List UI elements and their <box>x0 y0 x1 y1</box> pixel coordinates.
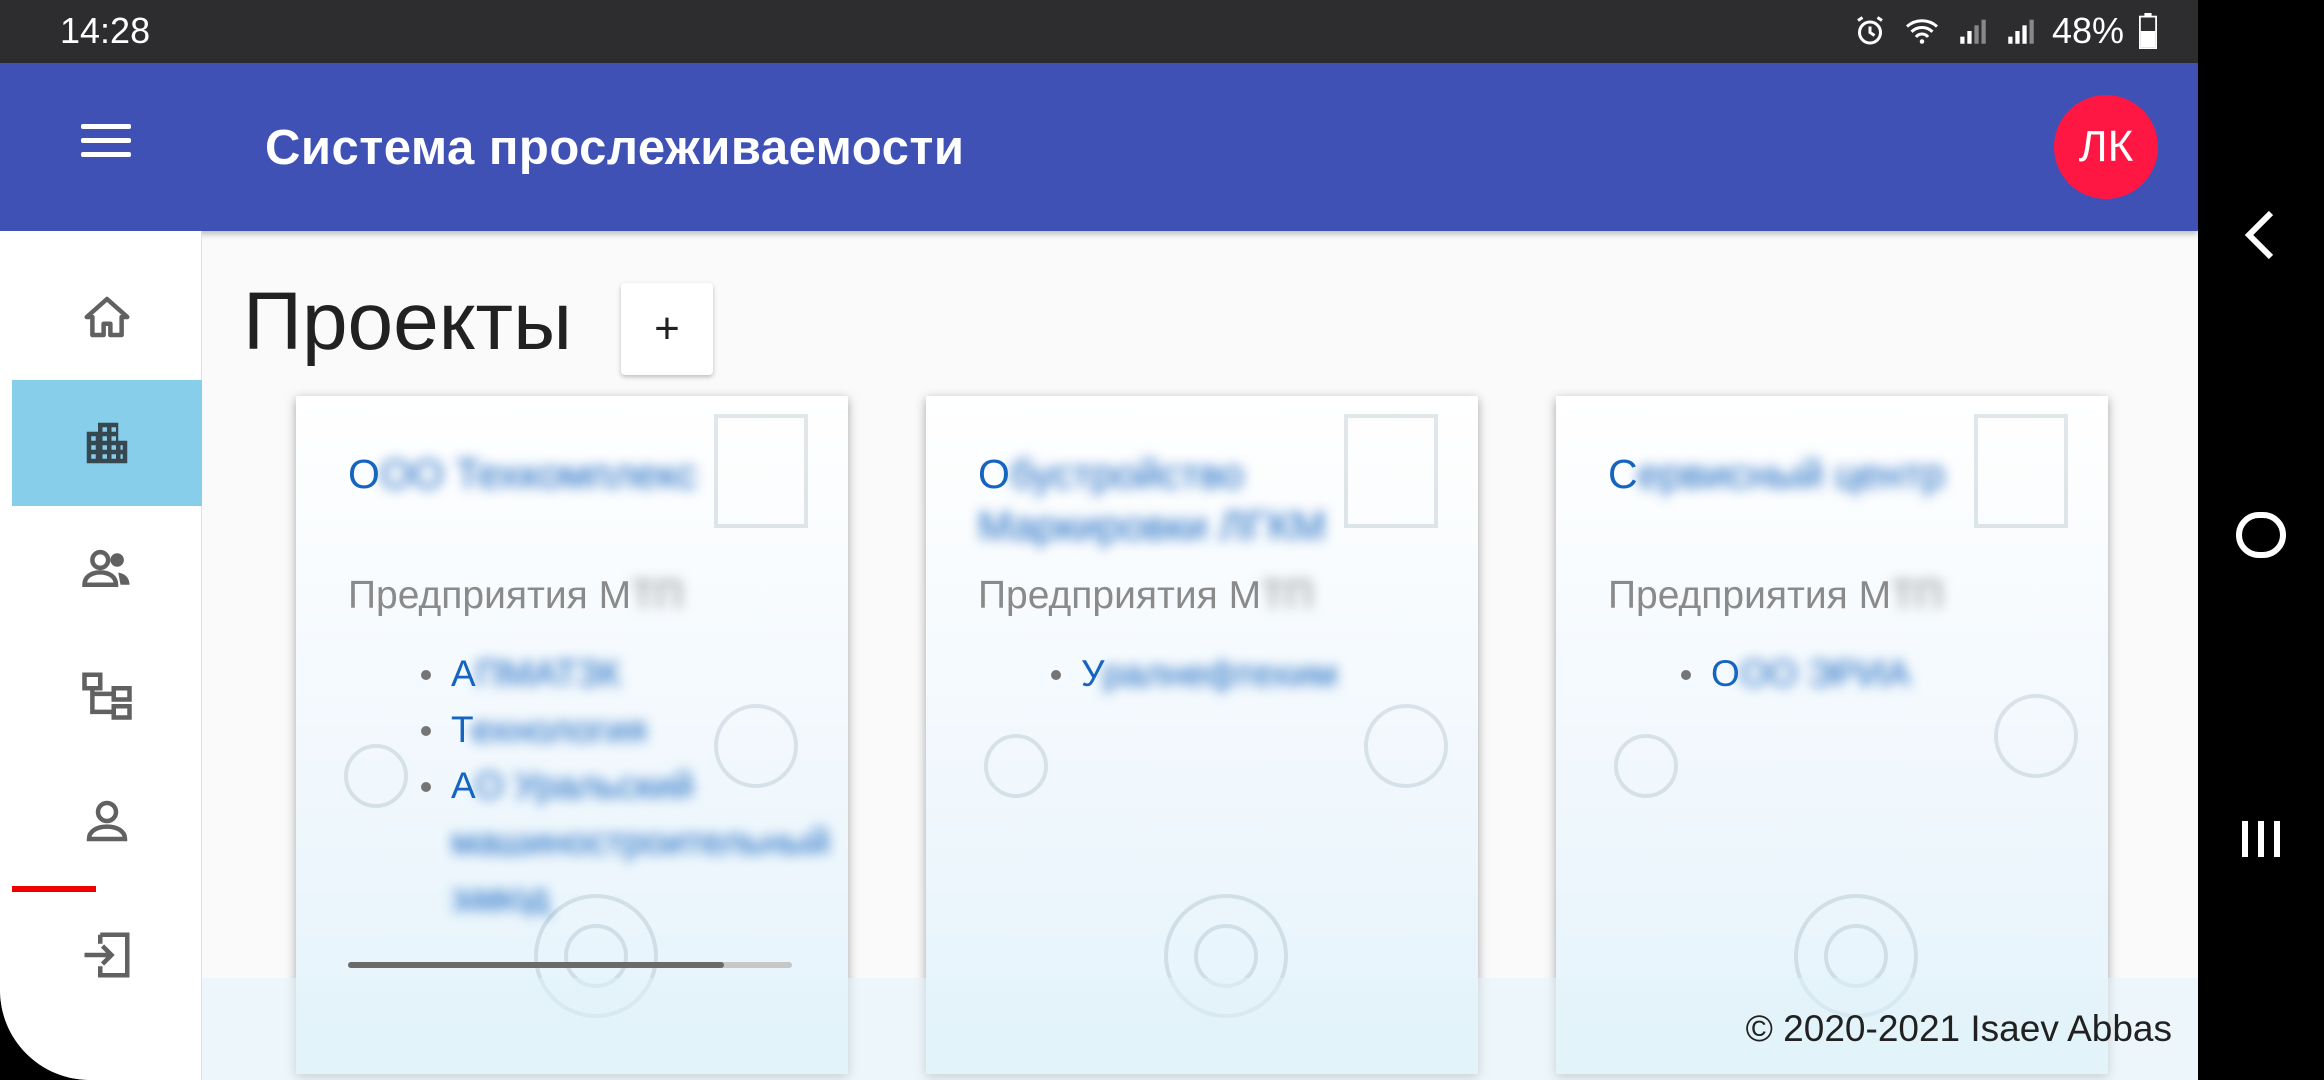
app-bar: Система прослеживаемости ЛК <box>0 63 2198 231</box>
status-time: 14:28 <box>60 10 151 51</box>
item-visible: А <box>451 653 476 694</box>
home-icon <box>84 296 130 338</box>
project-name[interactable]: ООО Техкомплекс <box>348 448 808 500</box>
list-item[interactable]: ООО ЭРИА <box>1681 646 2091 702</box>
project-name-redacted: ервисный центр <box>1637 451 1945 497</box>
android-nav-bar <box>2198 0 2324 1080</box>
enterprise-list: Уралнефтехим <box>1051 646 1461 702</box>
home-circle-icon <box>2236 512 2286 558</box>
list-item[interactable]: АПМАТЗК <box>421 646 831 702</box>
footer: © 2020-2021 Isaev Abbas <box>202 978 2198 1080</box>
org-redacted: ТП <box>1891 574 1943 617</box>
recents-icon <box>2242 821 2280 857</box>
item-redacted: ралнефтехим <box>1102 653 1338 694</box>
person-icon <box>86 800 128 842</box>
user-avatar[interactable]: ЛК <box>2054 95 2158 199</box>
project-card[interactable]: Сервисный центр Предприятия МТП ООО ЭРИА <box>1556 396 2108 1074</box>
battery-percent: 48% <box>2051 10 2124 51</box>
sidebar-item-projects[interactable] <box>12 380 202 506</box>
hierarchy-icon <box>82 672 132 720</box>
copyright-text: © 2020-2021 Isaev Abbas <box>1745 1008 2172 1049</box>
sidebar-item-users[interactable] <box>12 506 202 632</box>
project-organization: Предприятия МТП <box>978 574 1448 618</box>
project-organization: Предприятия МТП <box>348 574 818 618</box>
item-redacted: ПМАТЗК <box>475 653 621 694</box>
sidebar-item-structure[interactable] <box>12 632 202 758</box>
battery-icon <box>2139 13 2157 49</box>
project-name-redacted: ОО Техкомплекс <box>379 451 698 497</box>
item-redacted: О Уральский машиностроительный завод <box>451 765 831 918</box>
project-card[interactable]: ООО Техкомплекс Предприятия МТП АПМАТЗК … <box>296 396 848 1074</box>
status-icons: 48% <box>1852 10 2158 52</box>
project-name-visible: О <box>978 451 1010 497</box>
scrollbar-thumb[interactable] <box>348 962 724 968</box>
project-name[interactable]: Сервисный центр <box>1608 448 2068 500</box>
project-name-visible: О <box>348 451 380 497</box>
project-organization: Предприятия МТП <box>1608 574 2078 618</box>
status-bar: 14:28 48% <box>0 0 2198 63</box>
recents-button[interactable] <box>2228 806 2294 872</box>
list-item[interactable]: Технология <box>421 702 831 758</box>
signal-icon <box>2008 19 2034 44</box>
wifi-icon <box>1905 19 1938 44</box>
list-item[interactable]: Уралнефтехим <box>1051 646 1461 702</box>
add-project-button[interactable]: + <box>621 283 713 375</box>
item-visible: А <box>451 765 475 806</box>
sidebar-item-logout[interactable] <box>12 892 202 1018</box>
enterprise-list: ООО ЭРИА <box>1681 646 2091 702</box>
sidebar <box>0 231 202 1080</box>
org-redacted: ТП <box>631 574 683 617</box>
project-name-redacted: бустройство Маркировки ЛГКМ <box>978 451 1326 549</box>
home-button[interactable] <box>2228 502 2294 568</box>
project-name[interactable]: Обустройство Маркировки ЛГКМ <box>978 448 1438 552</box>
org-redacted: ТП <box>1261 574 1313 617</box>
login-icon <box>84 932 130 978</box>
alarm-icon <box>1857 16 1883 45</box>
item-redacted: ехнология <box>471 709 647 750</box>
app-screen: 14:28 48% Система прослеживаемости ЛК Пр… <box>0 0 2198 1080</box>
page-title: Проекты <box>243 276 573 367</box>
horizontal-scrollbar[interactable] <box>348 962 792 968</box>
app-title: Система прослеживаемости <box>265 121 965 175</box>
project-name-visible: С <box>1608 451 1638 497</box>
list-item[interactable]: АО Уральский машиностроительный завод <box>421 758 831 926</box>
item-redacted: ОО ЭРИА <box>1739 653 1911 694</box>
people-icon <box>82 549 130 587</box>
project-card[interactable]: Обустройство Маркировки ЛГКМ Предприятия… <box>926 396 1478 1074</box>
menu-icon[interactable] <box>70 115 142 179</box>
sidebar-item-home[interactable] <box>12 254 202 380</box>
back-icon <box>2244 210 2274 260</box>
enterprise-list: АПМАТЗК Технология АО Уральский машиност… <box>421 646 831 926</box>
item-visible: Т <box>451 709 472 750</box>
back-button[interactable] <box>2228 202 2294 268</box>
item-visible: О <box>1711 653 1740 694</box>
business-icon <box>86 422 128 464</box>
org-visible: Предприятия М <box>348 574 632 617</box>
org-visible: Предприятия М <box>978 574 1262 617</box>
org-visible: Предприятия М <box>1608 574 1892 617</box>
item-visible: У <box>1081 653 1103 694</box>
sidebar-item-profile[interactable] <box>12 758 202 884</box>
signal-icon <box>1960 19 1986 44</box>
